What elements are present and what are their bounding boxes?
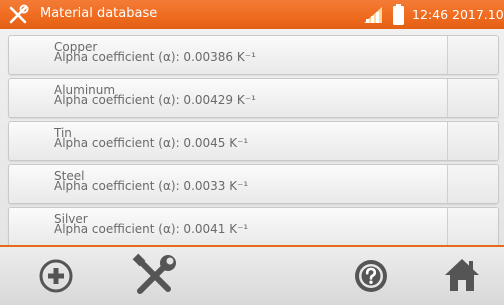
signal-bars-icon <box>364 7 382 23</box>
title-bar: Material database 12:46 2017.10.26 <box>0 0 504 29</box>
tools-icon[interactable] <box>6 3 30 27</box>
material-coefficient: Alpha coefficient (α): 0.0033 K⁻¹ <box>54 179 249 193</box>
material-item-steel[interactable]: Steel Alpha coefficient (α): 0.0033 K⁻¹ <box>8 164 499 204</box>
battery-icon <box>393 4 404 25</box>
material-coefficient: Alpha coefficient (α): 0.0041 K⁻¹ <box>54 222 249 236</box>
material-action-button[interactable] <box>447 79 498 117</box>
material-item-silver[interactable]: Silver Alpha coefficient (α): 0.0041 K⁻¹ <box>8 207 499 245</box>
material-action-button[interactable] <box>447 122 498 160</box>
material-list: Copper Alpha coefficient (α): 0.00386 K⁻… <box>0 29 504 245</box>
tools-icon[interactable] <box>130 253 178 299</box>
plus-circle-icon[interactable] <box>38 258 74 294</box>
material-item-copper[interactable]: Copper Alpha coefficient (α): 0.00386 K⁻… <box>8 35 499 75</box>
bottom-toolbar <box>0 245 504 305</box>
material-coefficient: Alpha coefficient (α): 0.0045 K⁻¹ <box>54 136 249 150</box>
home-icon[interactable] <box>443 256 481 294</box>
material-coefficient: Alpha coefficient (α): 0.00429 K⁻¹ <box>54 93 256 107</box>
question-circle-icon[interactable] <box>353 258 389 294</box>
material-action-button[interactable] <box>447 165 498 203</box>
material-action-button[interactable] <box>447 36 498 74</box>
material-coefficient: Alpha coefficient (α): 0.00386 K⁻¹ <box>54 50 256 64</box>
material-action-button[interactable] <box>447 208 498 245</box>
material-item-aluminum[interactable]: Aluminum Alpha coefficient (α): 0.00429 … <box>8 78 499 118</box>
datetime: 12:46 2017.10.26 <box>412 7 504 22</box>
material-item-tin[interactable]: Tin Alpha coefficient (α): 0.0045 K⁻¹ <box>8 121 499 161</box>
page-title: Material database <box>40 6 158 21</box>
